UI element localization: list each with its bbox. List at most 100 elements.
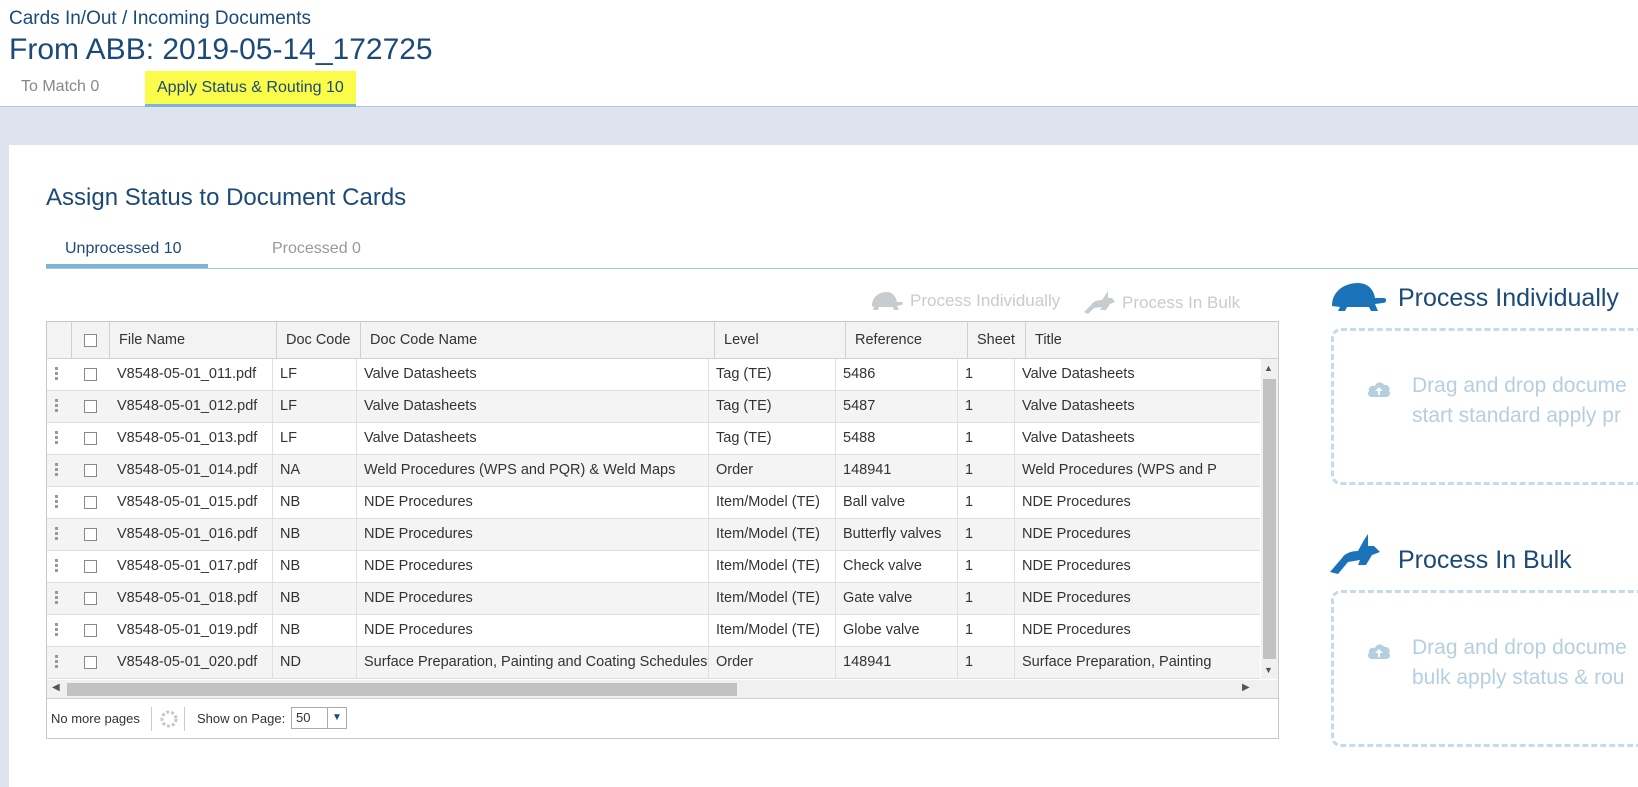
horizontal-scroll-thumb[interactable] <box>67 683 737 696</box>
column-header-sheet[interactable]: Sheet <box>968 322 1026 358</box>
cell-reference: Check valve <box>836 551 958 582</box>
drag-handle-icon[interactable] <box>55 495 59 511</box>
row-checkbox[interactable] <box>84 656 97 669</box>
column-header-level[interactable]: Level <box>715 322 846 358</box>
pager-status: No more pages <box>51 711 140 726</box>
process-individually-dropzone[interactable]: Drag and drop docume start standard appl… <box>1331 328 1638 485</box>
row-checkbox[interactable] <box>84 624 97 637</box>
cell-level: Tag (TE) <box>709 359 836 390</box>
cell-file-name: V8548-05-01_020.pdf <box>110 647 273 678</box>
drag-handle-icon[interactable] <box>55 655 59 671</box>
tab-apply-status-routing[interactable]: Apply Status & Routing 10 <box>145 71 356 108</box>
cell-doc-code: NB <box>273 519 357 550</box>
table-row[interactable]: V8548-05-01_015.pdf NB NDE Procedures Item/… <box>47 487 1260 519</box>
cell-file-name: V8548-05-01_018.pdf <box>110 583 273 614</box>
row-checkbox[interactable] <box>84 496 97 509</box>
cell-sheet: 1 <box>958 615 1015 646</box>
cell-sheet: 1 <box>958 487 1015 518</box>
drag-handle-icon[interactable] <box>55 591 59 607</box>
row-checkbox[interactable] <box>84 432 97 445</box>
row-checkbox[interactable] <box>84 464 97 477</box>
row-checkbox[interactable] <box>84 592 97 605</box>
table-row[interactable]: V8548-05-01_019.pdf NB NDE Procedures Item/… <box>47 615 1260 647</box>
column-header-reference[interactable]: Reference <box>846 322 968 358</box>
drag-handle-icon[interactable] <box>55 527 59 543</box>
table-row[interactable]: V8548-05-01_013.pdf LF Valve Datasheets Tag… <box>47 423 1260 455</box>
breadcrumb[interactable]: Cards In/Out / Incoming Documents <box>9 8 311 30</box>
page-size-label: Show on Page: <box>197 711 286 726</box>
process-in-bulk-button[interactable]: Process In Bulk <box>1082 290 1240 316</box>
vertical-scroll-thumb[interactable] <box>1263 379 1276 659</box>
cell-file-name: V8548-05-01_017.pdf <box>110 551 273 582</box>
cell-doc-code: LF <box>273 391 357 422</box>
scroll-up-icon[interactable]: ▲ <box>1264 363 1273 373</box>
cell-level: Tag (TE) <box>709 391 836 422</box>
cell-doc-code-name: Weld Procedures (WPS and PQR) & Weld Map… <box>357 455 709 486</box>
refresh-icon[interactable] <box>159 709 179 732</box>
row-checkbox[interactable] <box>84 368 97 381</box>
page-size-select[interactable]: 50 ▼ <box>291 707 347 729</box>
header-band <box>0 107 1638 145</box>
cloud-upload-icon <box>1368 382 1390 397</box>
tab-processed[interactable]: Processed 0 <box>253 233 380 264</box>
process-individually-button[interactable]: Process Individually <box>866 290 1060 312</box>
cell-title: Weld Procedures (WPS and P <box>1022 462 1217 478</box>
row-checkbox[interactable] <box>84 400 97 413</box>
row-checkbox[interactable] <box>84 528 97 541</box>
turtle-icon <box>872 292 903 310</box>
drag-handle-icon[interactable] <box>55 399 59 415</box>
scroll-down-icon[interactable]: ▼ <box>1264 665 1273 675</box>
process-in-bulk-dropzone[interactable]: Drag and drop docume bulk apply status &… <box>1331 590 1638 747</box>
tab-unprocessed[interactable]: Unprocessed 10 <box>46 233 208 268</box>
drag-handle-icon[interactable] <box>55 431 59 447</box>
table-row[interactable]: V8548-05-01_016.pdf NB NDE Procedures Item/… <box>47 519 1260 551</box>
column-header-doc-code[interactable]: Doc Code <box>277 322 361 358</box>
cell-sheet: 1 <box>958 519 1015 550</box>
select-all-cell <box>72 322 110 358</box>
tab-to-match[interactable]: To Match 0 <box>9 70 111 104</box>
cell-title: NDE Procedures <box>1022 622 1131 638</box>
column-header-file-name[interactable]: File Name <box>110 322 277 358</box>
row-checkbox[interactable] <box>84 560 97 573</box>
vertical-scrollbar[interactable]: ▲ ▼ <box>1261 359 1278 679</box>
cell-level: Order <box>709 455 836 486</box>
table-row[interactable]: V8548-05-01_014.pdf NA Weld Procedures (WP… <box>47 455 1260 487</box>
table-row[interactable]: V8548-05-01_011.pdf LF Valve Datasheets Tag… <box>47 359 1260 391</box>
cell-title: Valve Datasheets <box>1022 366 1135 382</box>
cell-doc-code: LF <box>273 423 357 454</box>
cell-file-name: V8548-05-01_019.pdf <box>110 615 273 646</box>
table-row[interactable]: V8548-05-01_012.pdf LF Valve Datasheets Tag… <box>47 391 1260 423</box>
cell-reference: 5487 <box>836 391 958 422</box>
cell-reference: Butterfly valves <box>836 519 958 550</box>
drag-handle-icon[interactable] <box>55 463 59 479</box>
cell-file-name: V8548-05-01_012.pdf <box>110 391 273 422</box>
turtle-icon <box>1332 283 1387 311</box>
cell-sheet: 1 <box>958 423 1015 454</box>
document-grid: File Name Doc Code Doc Code Name Level R… <box>46 321 1279 739</box>
table-row[interactable]: V8548-05-01_018.pdf NB NDE Procedures Item/… <box>47 583 1260 615</box>
cell-title: NDE Procedures <box>1022 526 1131 542</box>
cell-title: NDE Procedures <box>1022 558 1131 574</box>
table-row[interactable]: V8548-05-01_020.pdf ND Surface Preparation… <box>47 647 1260 679</box>
drag-handle-icon[interactable] <box>55 559 59 575</box>
drag-handle-icon[interactable] <box>55 623 59 639</box>
horizontal-scrollbar[interactable]: ◀ ▶ <box>47 680 1278 698</box>
process-in-bulk-heading: Process In Bulk <box>1398 546 1572 574</box>
column-header-title[interactable]: Title <box>1026 322 1278 358</box>
cell-doc-code: NB <box>273 615 357 646</box>
drag-handle-icon[interactable] <box>55 367 59 383</box>
grid-footer: No more pages Show on Page: 50 ▼ <box>47 698 1278 739</box>
footer-divider <box>151 707 152 731</box>
individual-dropzone-text: Drag and drop docume start standard appl… <box>1412 371 1627 431</box>
cell-doc-code-name: NDE Procedures <box>357 615 709 646</box>
scroll-left-icon[interactable]: ◀ <box>52 682 60 693</box>
cell-doc-code-name: NDE Procedures <box>357 583 709 614</box>
cell-doc-code: NB <box>273 551 357 582</box>
cell-level: Item/Model (TE) <box>709 519 836 550</box>
select-all-checkbox[interactable] <box>84 334 97 347</box>
chevron-down-icon[interactable]: ▼ <box>327 708 346 728</box>
left-strip <box>0 145 9 787</box>
column-header-doc-code-name[interactable]: Doc Code Name <box>361 322 715 358</box>
scroll-right-icon[interactable]: ▶ <box>1242 682 1250 693</box>
table-row[interactable]: V8548-05-01_017.pdf NB NDE Procedures Item/… <box>47 551 1260 583</box>
